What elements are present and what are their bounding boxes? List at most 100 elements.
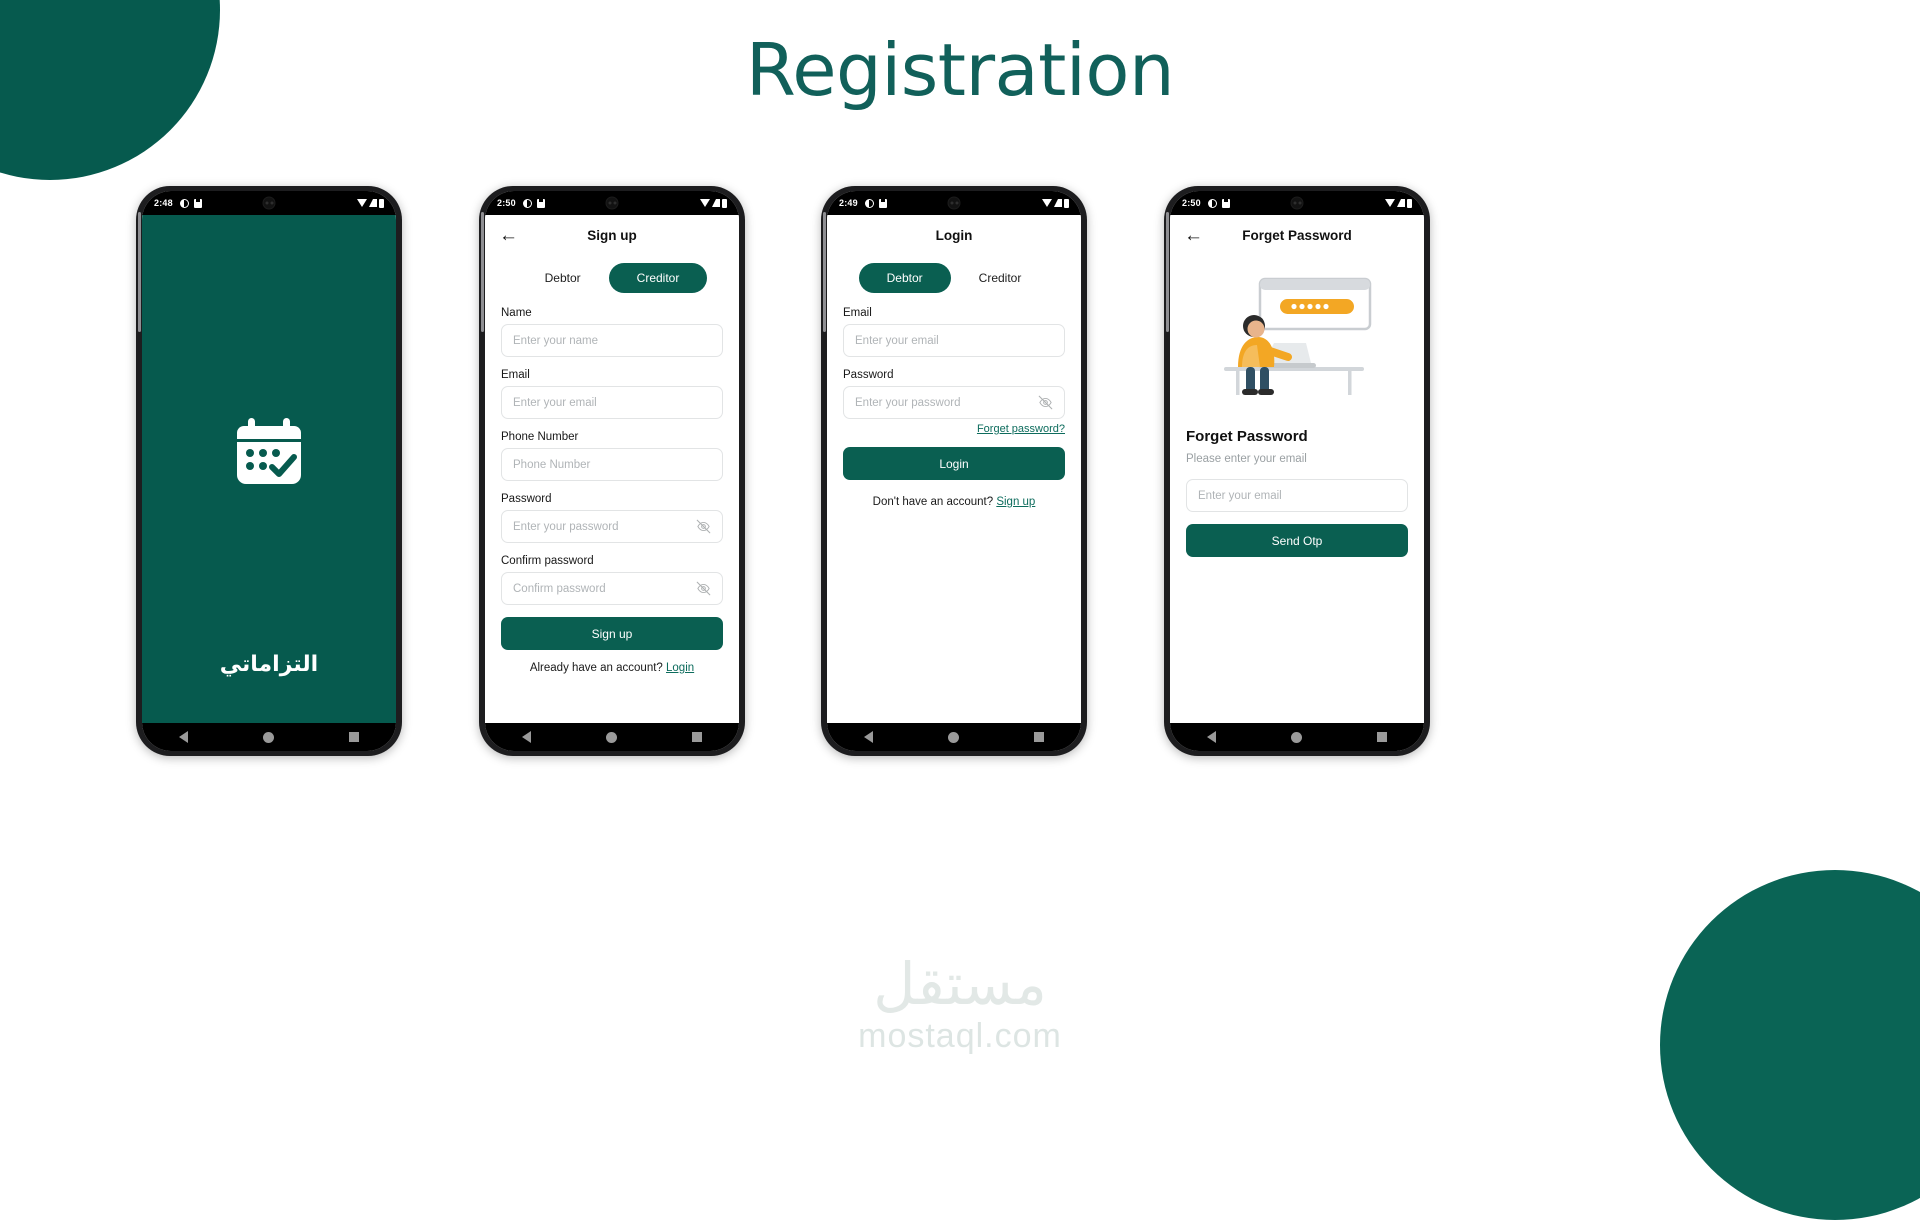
send-otp-button[interactable]: Send Otp bbox=[1186, 524, 1408, 557]
recents-square-icon[interactable] bbox=[691, 732, 702, 742]
role-toggle-signup: Debtor Creditor bbox=[501, 263, 723, 293]
screen-title: Login bbox=[935, 227, 973, 243]
forget-password-row: Forget password? bbox=[843, 423, 1065, 435]
forget-password-heading: Forget Password bbox=[1186, 428, 1308, 445]
login-prompt: Already have an account? Login bbox=[501, 662, 723, 674]
clock-icon bbox=[1207, 198, 1217, 208]
email-input-placeholder: Enter your email bbox=[1198, 489, 1282, 502]
watermark: مستقل mostaql.com bbox=[0, 954, 1920, 1056]
password-input-placeholder: Enter your password bbox=[855, 396, 961, 409]
save-icon bbox=[193, 198, 202, 208]
home-circle-icon[interactable] bbox=[947, 731, 959, 743]
eye-off-icon[interactable] bbox=[696, 519, 711, 534]
person-at-desk-password-icon bbox=[1186, 255, 1408, 428]
back-triangle-icon[interactable] bbox=[522, 731, 532, 743]
forget-password-link[interactable]: Forget password? bbox=[977, 423, 1065, 435]
back-triangle-icon[interactable] bbox=[864, 731, 874, 743]
email-input[interactable]: Enter your email bbox=[843, 324, 1065, 357]
forget-password-subtext: Please enter your email bbox=[1186, 453, 1307, 465]
field-group-phone: Phone Number Phone Number bbox=[501, 431, 723, 481]
calendar-check-icon bbox=[232, 415, 306, 494]
back-triangle-icon[interactable] bbox=[1207, 731, 1217, 743]
field-label-email: Email bbox=[843, 307, 872, 319]
password-input[interactable]: Enter your password bbox=[501, 510, 723, 543]
field-group-email: Email Enter your email bbox=[501, 369, 723, 419]
save-icon bbox=[536, 198, 545, 208]
email-input-placeholder: Enter your email bbox=[855, 334, 939, 347]
arrow-left-icon[interactable]: ← bbox=[1184, 226, 1203, 245]
app-bar-forget-password: ← Forget Password bbox=[1170, 215, 1424, 255]
login-prompt-text: Already have an account? bbox=[529, 662, 667, 674]
role-toggle-login: Debtor Creditor bbox=[843, 263, 1065, 293]
signal-icon bbox=[369, 199, 377, 207]
status-bar: 2:48 bbox=[142, 191, 396, 215]
back-triangle-icon[interactable] bbox=[179, 731, 189, 743]
role-option-debtor[interactable]: Debtor bbox=[517, 263, 609, 293]
battery-icon bbox=[722, 198, 727, 208]
signal-icon bbox=[1054, 199, 1062, 207]
field-label-name: Name bbox=[501, 307, 532, 319]
clock-icon bbox=[179, 198, 189, 208]
front-camera-icon bbox=[1290, 196, 1304, 210]
field-group-email: Email Enter your email bbox=[843, 307, 1065, 357]
name-input-placeholder: Enter your name bbox=[513, 334, 599, 347]
page-title: Registration bbox=[745, 28, 1175, 112]
clock-icon bbox=[864, 198, 874, 208]
battery-icon bbox=[1407, 198, 1412, 208]
login-button[interactable]: Login bbox=[843, 447, 1065, 480]
phone-input[interactable]: Phone Number bbox=[501, 448, 723, 481]
status-bar-time: 2:48 bbox=[154, 198, 173, 208]
phone-mockup-forget-password: 2:50 ← Forget Password Forget Password P… bbox=[1164, 186, 1430, 756]
confirm-password-input[interactable]: Confirm password bbox=[501, 572, 723, 605]
home-circle-icon[interactable] bbox=[1290, 731, 1302, 743]
field-group-password: Password Enter your password bbox=[843, 369, 1065, 419]
field-group-confirm-password: Confirm password Confirm password bbox=[501, 555, 723, 605]
role-option-creditor[interactable]: Creditor bbox=[608, 263, 708, 293]
clock-icon bbox=[522, 198, 532, 208]
battery-icon bbox=[1064, 198, 1069, 208]
role-option-debtor[interactable]: Debtor bbox=[858, 263, 951, 293]
email-input[interactable]: Enter your email bbox=[1186, 479, 1408, 512]
home-circle-icon[interactable] bbox=[262, 731, 274, 743]
signup-button[interactable]: Sign up bbox=[501, 617, 723, 650]
field-label-phone: Phone Number bbox=[501, 431, 579, 443]
name-input[interactable]: Enter your name bbox=[501, 324, 723, 357]
save-icon bbox=[1221, 198, 1230, 208]
eye-off-icon[interactable] bbox=[696, 581, 711, 596]
confirm-password-placeholder: Confirm password bbox=[513, 582, 606, 595]
login-link[interactable]: Login bbox=[666, 662, 694, 674]
front-camera-icon bbox=[605, 196, 619, 210]
field-label-password: Password bbox=[843, 369, 894, 381]
arrow-left-icon[interactable]: ← bbox=[499, 226, 518, 245]
status-bar: 2:49 bbox=[827, 191, 1081, 215]
status-bar: 2:50 bbox=[485, 191, 739, 215]
signup-prompt-text: Don't have an account? bbox=[872, 496, 997, 508]
recents-square-icon[interactable] bbox=[1376, 732, 1387, 742]
splash-screen: التزاماتي bbox=[142, 215, 396, 723]
recents-square-icon[interactable] bbox=[348, 732, 359, 742]
status-bar-time: 2:49 bbox=[839, 198, 858, 208]
screen-title: Sign up bbox=[587, 227, 637, 243]
wifi-icon bbox=[700, 199, 710, 207]
login-form: Debtor Creditor Email Enter your email P… bbox=[827, 255, 1081, 723]
watermark-latin: mostaql.com bbox=[858, 1017, 1062, 1055]
forget-password-form: Forget Password Please enter your email … bbox=[1170, 255, 1424, 723]
recents-square-icon[interactable] bbox=[1033, 732, 1044, 742]
phone-mockup-splash: 2:48 التزاماتي bbox=[136, 186, 402, 756]
app-name-arabic: التزاماتي bbox=[219, 652, 319, 677]
eye-off-icon[interactable] bbox=[1038, 395, 1053, 410]
password-input[interactable]: Enter your password bbox=[843, 386, 1065, 419]
phone-mockup-row: 2:48 التزاماتي 2:50 ← Sign up Debtor Cre… bbox=[0, 186, 1920, 766]
signup-link[interactable]: Sign up bbox=[996, 496, 1035, 508]
phone-mockup-login: 2:49 Login Debtor Creditor Email Enter y… bbox=[821, 186, 1087, 756]
phone-mockup-signup: 2:50 ← Sign up Debtor Creditor Name Ente… bbox=[479, 186, 745, 756]
home-circle-icon[interactable] bbox=[605, 731, 617, 743]
save-icon bbox=[878, 198, 887, 208]
phone-input-placeholder: Phone Number bbox=[513, 458, 591, 471]
status-bar: 2:50 bbox=[1170, 191, 1424, 215]
email-input-placeholder: Enter your email bbox=[513, 396, 597, 409]
signup-form: Debtor Creditor Name Enter your name Ema… bbox=[485, 255, 739, 723]
app-bar-login: Login bbox=[827, 215, 1081, 255]
email-input[interactable]: Enter your email bbox=[501, 386, 723, 419]
role-option-creditor[interactable]: Creditor bbox=[951, 263, 1050, 293]
